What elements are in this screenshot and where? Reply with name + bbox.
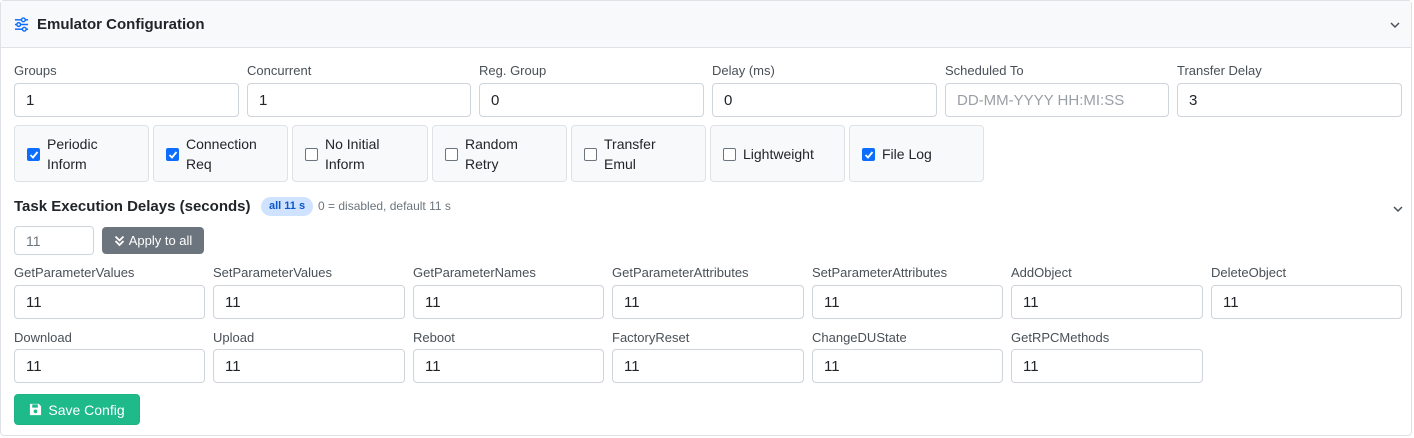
delay-label-setparameterattributes: SetParameterAttributes bbox=[812, 265, 948, 280]
delay-input-download[interactable] bbox=[14, 349, 205, 383]
transfer-delay-label: Transfer Delay bbox=[1177, 63, 1262, 78]
delay-input-changedustate[interactable] bbox=[812, 349, 1003, 383]
apply-to-all-button[interactable]: Apply to all bbox=[102, 227, 204, 254]
delay-label-changedustate: ChangeDUState bbox=[812, 330, 907, 345]
chevron-down-icon[interactable] bbox=[1392, 203, 1404, 215]
delay-input-deleteobject[interactable] bbox=[1211, 285, 1402, 319]
delay-label-getrpcmethods: GetRPCMethods bbox=[1011, 330, 1110, 345]
delay-input-getparametervalues[interactable] bbox=[14, 285, 205, 319]
emulator-config-card: Emulator Configuration Groups Concurrent… bbox=[0, 0, 1412, 436]
connection-req-checkbox[interactable] bbox=[166, 148, 179, 161]
scheduled-to-label: Scheduled To bbox=[945, 63, 1024, 78]
delay-label-addobject: AddObject bbox=[1011, 265, 1072, 280]
file-log-checkbox[interactable] bbox=[862, 148, 875, 161]
delay-input-addobject[interactable] bbox=[1011, 285, 1203, 319]
reg-group-input[interactable] bbox=[479, 83, 704, 117]
scheduled-to-input[interactable] bbox=[945, 83, 1169, 117]
file-log-label: File Log bbox=[882, 146, 932, 162]
connection-req-option[interactable]: Connection Req bbox=[153, 125, 288, 182]
delay-label-getparameterattributes: GetParameterAttributes bbox=[612, 265, 749, 280]
random-retry-option[interactable]: Random Retry bbox=[432, 125, 567, 182]
apply-to-all-label: Apply to all bbox=[128, 233, 193, 248]
delay-ms-label: Delay (ms) bbox=[712, 63, 775, 78]
lightweight-label: Lightweight bbox=[743, 146, 814, 162]
floppy-disk-icon bbox=[30, 403, 42, 416]
groups-input[interactable] bbox=[14, 83, 239, 117]
delay-label-reboot: Reboot bbox=[413, 330, 455, 345]
no-initial-inform-option[interactable]: No Initial Inform bbox=[292, 125, 428, 182]
save-config-label: Save Config bbox=[48, 401, 125, 418]
delay-label-upload: Upload bbox=[213, 330, 255, 345]
transfer-emul-option[interactable]: Transfer Emul bbox=[571, 125, 706, 182]
random-retry-label: Random Retry bbox=[465, 136, 518, 172]
file-log-option[interactable]: File Log bbox=[849, 125, 984, 182]
periodic-inform-option[interactable]: Periodic Inform bbox=[14, 125, 149, 182]
reg-group-label: Reg. Group bbox=[479, 63, 547, 78]
delay-input-factoryreset[interactable] bbox=[612, 349, 804, 383]
delay-label-download: Download bbox=[14, 330, 72, 345]
card-title: Emulator Configuration bbox=[37, 16, 205, 33]
task-delays-hint: 0 = disabled, default 11 s bbox=[318, 199, 451, 213]
lightweight-checkbox[interactable] bbox=[723, 148, 736, 161]
concurrent-input[interactable] bbox=[247, 83, 471, 117]
delay-input-getparameternames[interactable] bbox=[413, 285, 604, 319]
no-initial-inform-label: No Initial Inform bbox=[325, 136, 380, 172]
groups-label: Groups bbox=[14, 63, 57, 78]
transfer-emul-checkbox[interactable] bbox=[584, 148, 597, 161]
concurrent-label: Concurrent bbox=[247, 63, 312, 78]
delay-label-deleteobject: DeleteObject bbox=[1211, 265, 1287, 280]
all-delay-badge: all 11 s bbox=[261, 197, 314, 216]
chevron-down-icon[interactable] bbox=[1389, 19, 1401, 31]
delay-label-getparametervalues: GetParameterValues bbox=[14, 265, 135, 280]
double-chevron-down-icon bbox=[114, 235, 124, 246]
delay-label-factoryreset: FactoryReset bbox=[612, 330, 690, 345]
no-initial-inform-checkbox[interactable] bbox=[305, 148, 318, 161]
connection-req-label: Connection Req bbox=[186, 136, 257, 172]
lightweight-option[interactable]: Lightweight bbox=[710, 125, 845, 182]
delay-input-setparametervalues[interactable] bbox=[213, 285, 405, 319]
sliders-icon bbox=[14, 17, 29, 32]
delay-label-getparameternames: GetParameterNames bbox=[413, 265, 536, 280]
delay-label-setparametervalues: SetParameterValues bbox=[213, 265, 332, 280]
apply-all-value-input[interactable] bbox=[14, 226, 94, 255]
save-config-button[interactable]: Save Config bbox=[14, 394, 140, 425]
transfer-emul-label: Transfer Emul bbox=[604, 136, 656, 172]
delay-input-getrpcmethods[interactable] bbox=[1011, 349, 1203, 383]
delay-input-setparameterattributes[interactable] bbox=[812, 285, 1003, 319]
random-retry-checkbox[interactable] bbox=[445, 148, 458, 161]
delay-input-getparameterattributes[interactable] bbox=[612, 285, 804, 319]
card-header[interactable]: Emulator Configuration bbox=[1, 1, 1411, 48]
task-delays-title: Task Execution Delays (seconds) bbox=[14, 198, 251, 215]
transfer-delay-input[interactable] bbox=[1177, 83, 1402, 117]
periodic-inform-label: Periodic Inform bbox=[47, 136, 98, 172]
delay-input-reboot[interactable] bbox=[413, 349, 604, 383]
delay-ms-input[interactable] bbox=[712, 83, 937, 117]
periodic-inform-checkbox[interactable] bbox=[27, 148, 40, 161]
delay-input-upload[interactable] bbox=[213, 349, 405, 383]
